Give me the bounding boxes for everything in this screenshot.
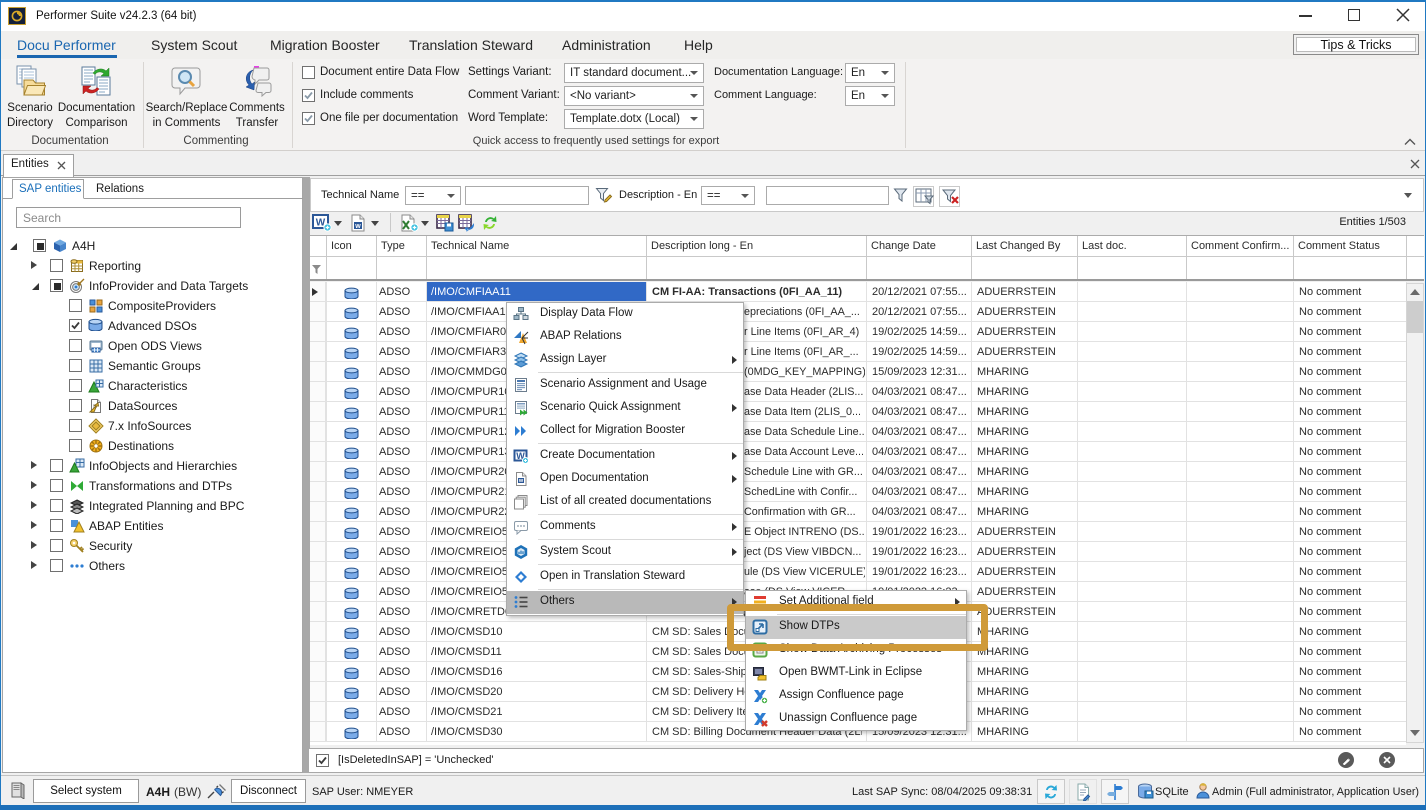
svg-text:w: w	[354, 223, 361, 230]
svg-text:w: w	[518, 478, 524, 484]
